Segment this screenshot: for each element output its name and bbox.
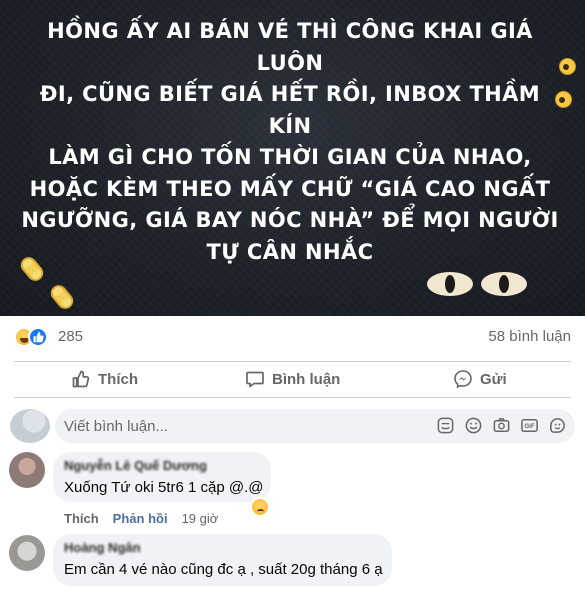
- sticker-alt-icon[interactable]: [548, 416, 567, 435]
- comment-meta: Thích Phản hồi 19 giờ: [64, 511, 218, 526]
- cat-eye-left-icon: [427, 272, 473, 296]
- commenter-avatar[interactable]: [9, 535, 45, 571]
- share-button[interactable]: Gửi: [453, 363, 507, 395]
- like-button-label: Thích: [98, 370, 138, 388]
- rolling-eyes-emoji-icon: [559, 58, 576, 75]
- comment-text: Xuống Tứ oki 5tr6 1 cặp @.@: [64, 479, 264, 496]
- like-button[interactable]: Thích: [71, 363, 138, 395]
- sad-icon[interactable]: [250, 497, 270, 517]
- cat-eye-right-icon: [481, 272, 527, 296]
- post-text-line: HỒNG ẤY AI BÁN VÉ THÌ CÔNG KHAI GIÁ LUÔN: [47, 19, 533, 75]
- post-text-line: TỰ CÂN NHẮC: [206, 239, 374, 264]
- comment-author[interactable]: Hoàng Ngân: [64, 540, 141, 555]
- comment-button[interactable]: Bình luận: [245, 363, 340, 395]
- comment-text: Em cần 4 vé nào cũng đc ạ , suất 20g thá…: [64, 561, 383, 578]
- composer-tools: GIF: [436, 416, 567, 435]
- rolling-eyes-emoji-icon: [555, 91, 572, 108]
- comment-author[interactable]: Nguyễn Lê Quế Dương: [64, 458, 207, 473]
- comment-bubble-icon: [245, 369, 265, 389]
- divider: [14, 397, 571, 398]
- reaction-count[interactable]: 285: [58, 328, 83, 345]
- like-icon: [28, 327, 48, 347]
- post-text-line: ĐI, CŨNG BIẾT GIÁ HẾT RỒI, INBOX THẦM KÍ…: [39, 82, 541, 138]
- messenger-icon: [453, 369, 473, 389]
- camera-icon[interactable]: [492, 416, 511, 435]
- comment-button-label: Bình luận: [272, 370, 341, 388]
- comment-input[interactable]: [64, 409, 424, 443]
- svg-text:GIF: GIF: [524, 423, 534, 430]
- comment-bubble: Nguyễn Lê Quế Dương Xuống Tứ oki 5tr6 1 …: [53, 452, 271, 502]
- comment-bubble: Hoàng Ngân Em cần 4 vé nào cũng đc ạ , s…: [53, 534, 392, 586]
- phone-icon: [47, 281, 77, 313]
- sticker-icon[interactable]: [436, 416, 455, 435]
- current-user-avatar[interactable]: [10, 409, 50, 443]
- post-text-line: LÀM GÌ CHO TỐN THỜI GIAN CỦA NHAO,: [48, 145, 532, 169]
- emoji-icon[interactable]: [464, 416, 483, 435]
- post-text-line: HOẶC KÈM THEO MẤY CHỮ “GIÁ CAO NGẤT: [29, 176, 551, 201]
- gif-icon[interactable]: GIF: [520, 416, 539, 435]
- post-text-line: NGƯỠNG, GIÁ BAY NÓC NHÀ” ĐỂ MỌI NGƯỜI: [21, 208, 559, 232]
- commenter-avatar[interactable]: [9, 452, 45, 488]
- comment-like-link[interactable]: Thích: [64, 511, 99, 526]
- comment-timestamp[interactable]: 19 giờ: [182, 511, 219, 526]
- post-text: HỒNG ẤY AI BÁN VÉ THÌ CÔNG KHAI GIÁ LUÔN…: [20, 16, 560, 268]
- comment-composer: GIF: [55, 409, 575, 443]
- reactions-bar: 285 58 bình luận: [0, 316, 585, 360]
- thumbs-up-icon: [71, 369, 91, 389]
- post-actions: Thích Bình luận Gửi: [0, 361, 585, 397]
- share-button-label: Gửi: [480, 370, 507, 388]
- post-image[interactable]: HỒNG ẤY AI BÁN VÉ THÌ CÔNG KHAI GIÁ LUÔN…: [0, 0, 585, 316]
- reaction-icons[interactable]: [14, 327, 54, 347]
- comment-count[interactable]: 58 bình luận: [488, 328, 571, 345]
- comment-reply-link[interactable]: Phản hồi: [113, 511, 168, 526]
